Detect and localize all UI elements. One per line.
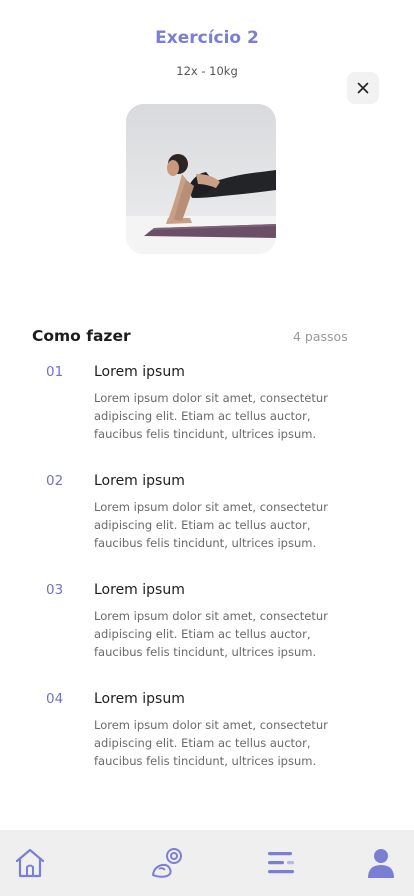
step-item: 01 Lorem ipsum Lorem ipsum dolor sit ame…: [0, 362, 414, 471]
step-title: Lorem ipsum: [94, 691, 185, 707]
close-icon: [357, 82, 369, 94]
close-button[interactable]: [347, 72, 379, 104]
plank-illustration: [126, 104, 276, 254]
step-item: 04 Lorem ipsum Lorem ipsum dolor sit ame…: [0, 689, 414, 798]
step-title: Lorem ipsum: [94, 364, 185, 380]
exercise-title: Exercício 2: [155, 28, 259, 48]
tab-profile[interactable]: [362, 844, 400, 882]
menu-icon: [268, 852, 294, 874]
step-number: 03: [46, 582, 64, 598]
step-item: 02 Lorem ipsum Lorem ipsum dolor sit ame…: [0, 471, 414, 580]
step-item: 03 Lorem ipsum Lorem ipsum dolor sit ame…: [0, 580, 414, 689]
steps-list: 01 Lorem ipsum Lorem ipsum dolor sit ame…: [0, 362, 414, 798]
step-number: 04: [46, 691, 64, 707]
tab-workouts[interactable]: [149, 844, 187, 882]
tab-menu[interactable]: [262, 844, 300, 882]
bottom-tab-bar: [0, 830, 414, 896]
step-title: Lorem ipsum: [94, 582, 185, 598]
steps-count: 4 passos: [293, 329, 348, 344]
step-description: Lorem ipsum dolor sit amet, consectetur …: [94, 391, 328, 441]
user-icon: [368, 849, 394, 878]
step-number: 02: [46, 473, 64, 489]
tab-home[interactable]: [11, 844, 49, 882]
step-description: Lorem ipsum dolor sit amet, consectetur …: [94, 500, 328, 550]
step-description: Lorem ipsum dolor sit amet, consectetur …: [94, 609, 328, 659]
section-title: Como fazer: [32, 327, 131, 345]
home-icon: [15, 848, 45, 878]
step-number: 01: [46, 364, 64, 380]
fitness-icon: [151, 848, 182, 878]
exercise-image: [126, 104, 276, 254]
step-title: Lorem ipsum: [94, 473, 185, 489]
step-description: Lorem ipsum dolor sit amet, consectetur …: [94, 718, 328, 768]
